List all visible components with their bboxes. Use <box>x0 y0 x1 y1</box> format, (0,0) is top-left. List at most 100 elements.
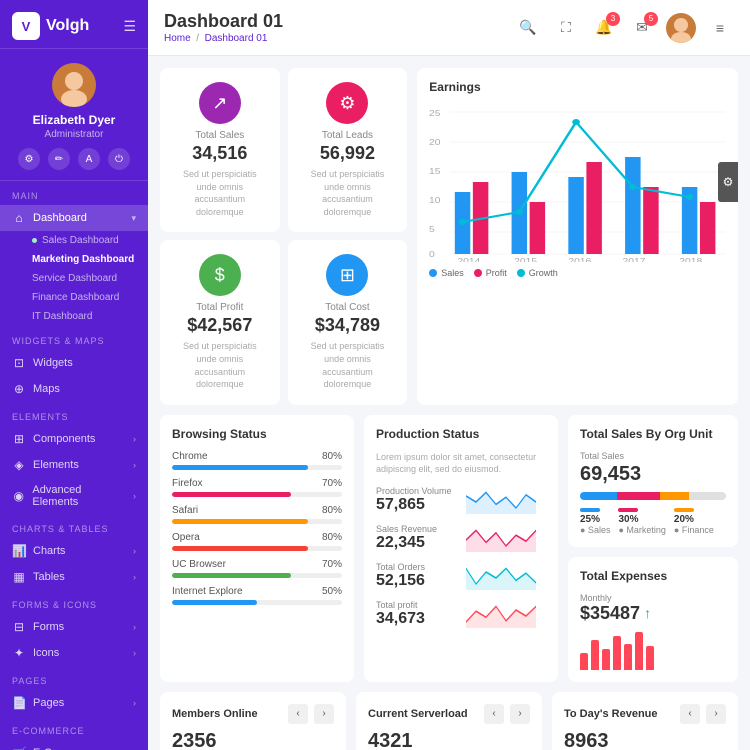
user-edit-icon[interactable]: ✏ <box>48 148 70 170</box>
prod-metric-label: Sales Revenue <box>376 524 437 534</box>
prod-metric: Production Volume 57,865 <box>376 484 546 514</box>
avatar <box>52 63 96 107</box>
sidebar-item-components[interactable]: ⊞ Components › <box>0 426 148 452</box>
chart-settings-gear[interactable]: ⚙ <box>718 162 738 202</box>
bottom-row: Members Online ‹ › 2356 +24% From Last M… <box>160 692 738 750</box>
serverload-card-header: Current Serverload ‹ › <box>368 704 530 724</box>
svg-text:5: 5 <box>429 225 435 234</box>
user-profile-icon[interactable]: A <box>78 148 100 170</box>
charts-section-label: CHARTS & TABLES <box>0 514 148 538</box>
main-content: Dashboard 01 Home / Dashboard 01 🔍 ⛶ 🔔 3… <box>148 0 750 750</box>
browser-row: Firefox 70% <box>172 478 342 497</box>
browser-label-row: Internet Explore 50% <box>172 586 342 597</box>
username: Elizabeth Dyer <box>33 113 116 127</box>
members-online-card: Members Online ‹ › 2356 +24% From Last M… <box>160 692 346 750</box>
total-sales-label: Total Sales <box>195 130 244 141</box>
progress-bar <box>172 573 342 578</box>
progress-bar <box>172 546 342 551</box>
revenue-value: 8963 <box>564 730 726 750</box>
chevron-right-icon: › <box>133 546 136 556</box>
topbar-icons: 🔍 ⛶ 🔔 3 ✉ 5 ≡ <box>514 13 734 43</box>
browser-row: UC Browser 70% <box>172 559 342 578</box>
expand-icon[interactable]: ⛶ <box>552 14 580 42</box>
components-icon: ⊞ <box>12 432 26 446</box>
production-card: Production Status Lorem ipsum dolor sit … <box>364 415 558 682</box>
members-next-button[interactable]: › <box>314 704 334 724</box>
topbar-menu-icon[interactable]: ≡ <box>706 14 734 42</box>
breadcrumb-home[interactable]: Home <box>164 33 191 44</box>
sales-legend-sales: 25% ● Sales <box>580 508 610 535</box>
logo-text: Volgh <box>46 17 89 35</box>
browser-pct: 80% <box>322 505 342 516</box>
revenue-prev-button[interactable]: ‹ <box>680 704 700 724</box>
sidebar-item-elements[interactable]: ◈ Elements › <box>0 452 148 478</box>
topbar-avatar[interactable] <box>666 13 696 43</box>
sidebar-item-finance-dashboard[interactable]: Finance Dashboard <box>0 288 148 307</box>
sidebar-item-pages[interactable]: 📄 Pages › <box>0 690 148 716</box>
serverload-next-button[interactable]: › <box>510 704 530 724</box>
prod-metric-label: Total profit <box>376 600 425 610</box>
sidebar-item-service-dashboard[interactable]: Service Dashboard <box>0 269 148 288</box>
browser-pct: 70% <box>322 478 342 489</box>
browser-name: Safari <box>172 505 198 516</box>
maps-icon: ⊕ <box>12 382 26 396</box>
total-cost-desc: Sed ut perspiciatis unde omnis accusanti… <box>302 340 394 390</box>
sidebar: V Volgh ☰ Elizabeth Dyer Administrator ⚙… <box>0 0 148 750</box>
earnings-card: Earnings 25 20 15 10 5 0 <box>417 68 738 405</box>
sidebar-item-forms[interactable]: ⊟ Forms › <box>0 614 148 640</box>
sidebar-item-dashboard-label: Dashboard <box>33 212 87 224</box>
sidebar-item-dashboard[interactable]: ⌂ Dashboard ▾ <box>0 205 148 231</box>
topbar-title-section: Dashboard 01 Home / Dashboard 01 <box>164 11 506 44</box>
prod-metric-value: 22,345 <box>376 534 437 552</box>
browser-pct: 50% <box>322 586 342 597</box>
elements-icon: ◈ <box>12 458 26 472</box>
mini-bar <box>635 632 643 670</box>
serverload-value: 4321 <box>368 730 530 750</box>
browsing-title: Browsing Status <box>172 427 342 441</box>
production-metrics: Production Volume 57,865 Sales Revenue 2… <box>376 484 546 628</box>
sidebar-item-it-dashboard[interactable]: IT Dashboard <box>0 307 148 326</box>
expenses-value: $35487 ↑ <box>580 603 726 624</box>
sidebar-item-tables[interactable]: ▦ Tables › <box>0 564 148 590</box>
ecommerce-icon: 🛒 <box>12 746 26 750</box>
earnings-title: Earnings <box>429 80 726 94</box>
browser-pct: 80% <box>322 532 342 543</box>
sidebar-item-charts[interactable]: 📊 Charts › <box>0 538 148 564</box>
svg-text:25: 25 <box>429 109 440 118</box>
total-profit-desc: Sed ut perspiciatis unde omnis accusanti… <box>174 340 266 390</box>
mini-bar <box>580 653 588 670</box>
user-settings-icon[interactable]: ⚙ <box>18 148 40 170</box>
hamburger-icon[interactable]: ☰ <box>123 18 136 35</box>
sparkline <box>466 560 546 590</box>
user-logout-icon[interactable]: ⏻ <box>108 148 130 170</box>
sidebar-item-icons[interactable]: ✦ Icons › <box>0 640 148 666</box>
total-leads-icon: ⚙ <box>326 82 368 124</box>
mini-bar <box>602 649 610 670</box>
user-action-icons: ⚙ ✏ A ⏻ <box>18 148 130 170</box>
svg-text:2014: 2014 <box>458 257 481 262</box>
messages-icon[interactable]: ✉ 5 <box>628 14 656 42</box>
advanced-icon: ◉ <box>12 489 25 503</box>
members-prev-button[interactable]: ‹ <box>288 704 308 724</box>
sidebar-item-sales-dashboard[interactable]: Sales Dashboard <box>0 231 148 250</box>
notifications-icon[interactable]: 🔔 3 <box>590 14 618 42</box>
sidebar-item-ecommerce[interactable]: 🛒 E-Commerce › <box>0 740 148 750</box>
charts-icon: 📊 <box>12 544 26 558</box>
sidebar-item-advanced-elements[interactable]: ◉ Advanced Elements › <box>0 478 148 514</box>
serverload-prev-button[interactable]: ‹ <box>484 704 504 724</box>
total-profit-card: $ Total Profit $42,567 Sed ut perspiciat… <box>160 240 280 404</box>
sidebar-item-maps[interactable]: ⊕ Maps <box>0 376 148 402</box>
search-icon[interactable]: 🔍 <box>514 14 542 42</box>
expenses-title: Total Expenses <box>580 569 726 583</box>
messages-badge: 5 <box>644 12 658 26</box>
svg-text:2015: 2015 <box>514 257 537 262</box>
total-leads-value: 56,992 <box>320 143 375 164</box>
sidebar-item-widgets[interactable]: ⊡ Widgets <box>0 350 148 376</box>
progress-fill <box>172 573 291 578</box>
ecommerce-section-label: E-COMMERCE <box>0 716 148 740</box>
sales-org-total-label: Total Sales <box>580 451 726 461</box>
sidebar-item-marketing-dashboard[interactable]: Marketing Dashboard <box>0 250 148 269</box>
revenue-next-button[interactable]: › <box>706 704 726 724</box>
prod-metric-value: 52,156 <box>376 572 425 590</box>
total-sales-icon: ↗ <box>199 82 241 124</box>
